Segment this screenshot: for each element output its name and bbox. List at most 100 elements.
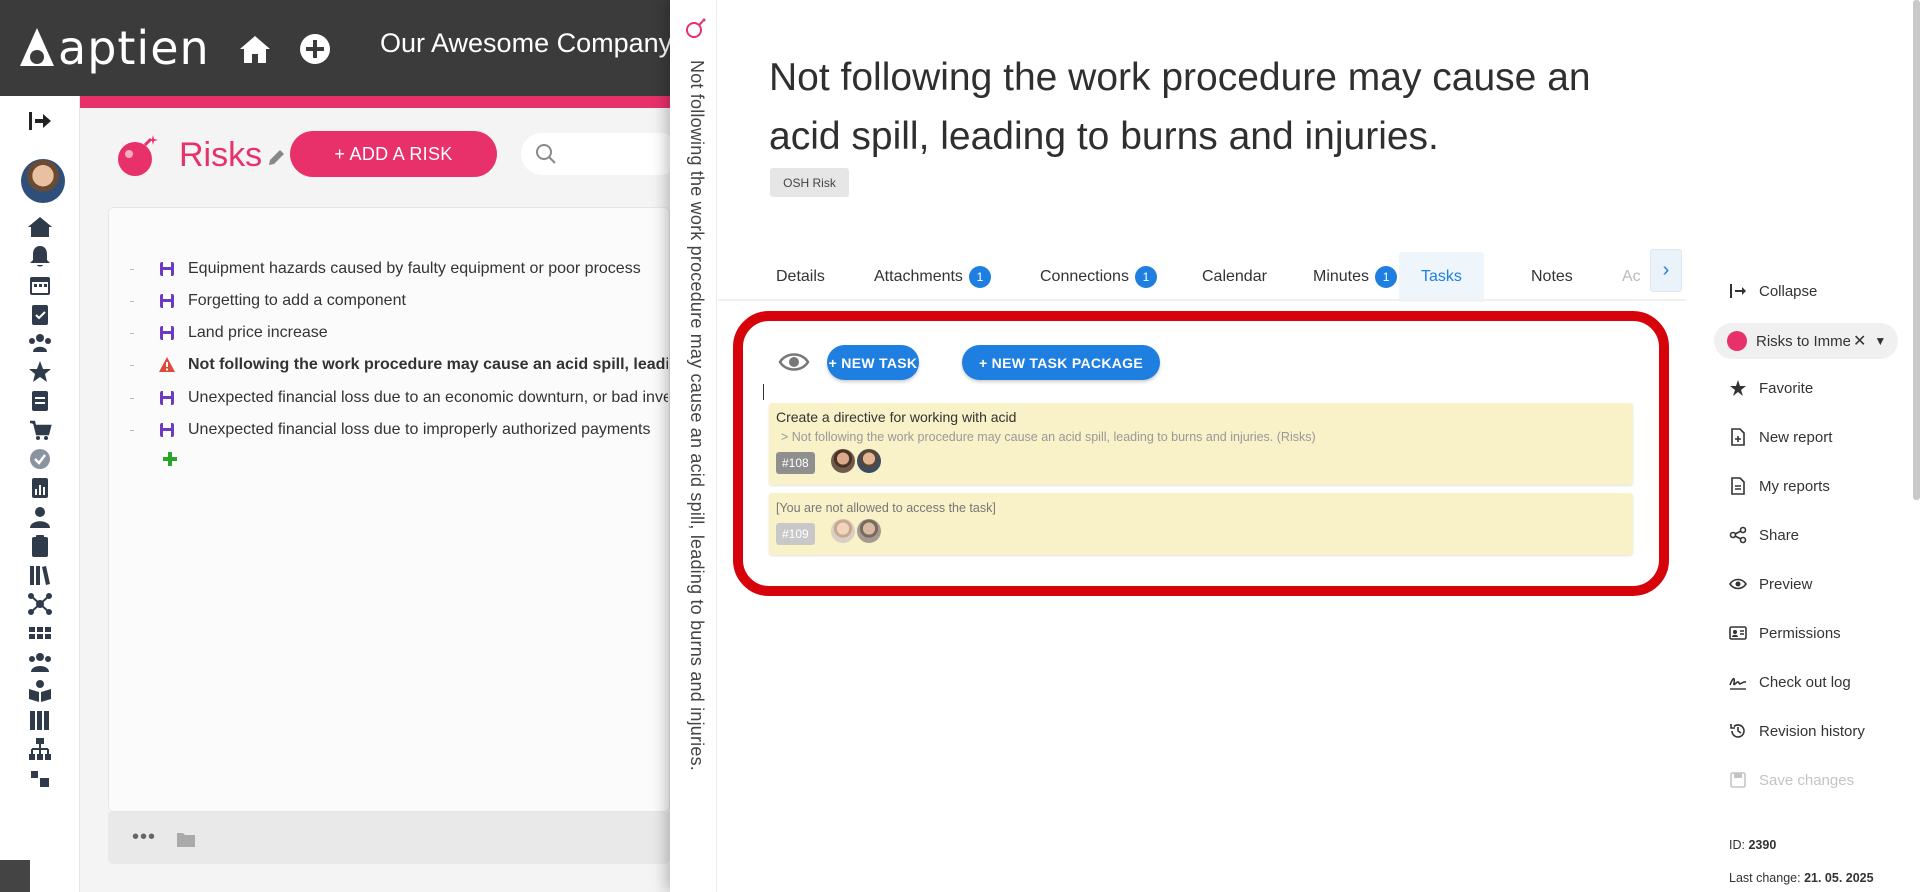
- add-item-icon[interactable]: [162, 451, 178, 467]
- book-reader-icon[interactable]: [27, 678, 53, 704]
- clipboard-check-icon[interactable]: [27, 301, 53, 327]
- floppy-icon: [160, 423, 174, 437]
- calendar-icon[interactable]: [27, 272, 53, 298]
- document-icon[interactable]: [27, 388, 53, 414]
- star-icon[interactable]: [27, 359, 53, 385]
- report-icon[interactable]: [27, 475, 53, 501]
- network-icon[interactable]: [27, 591, 53, 617]
- list-item[interactable]: Not following the work procedure may cau…: [158, 353, 668, 377]
- panel-scrollbar[interactable]: [1913, 0, 1920, 500]
- save-changes-button[interactable]: Save changes: [1729, 768, 1854, 792]
- tree-connector: [130, 398, 134, 399]
- id-value: 2390: [1748, 838, 1777, 852]
- grid-icon[interactable]: [27, 620, 53, 646]
- category-selector[interactable]: Risks to Immediate ✕ ▼: [1714, 323, 1898, 359]
- accent-line: [80, 96, 670, 108]
- task-card[interactable]: [You are not allowed to access the task]…: [769, 493, 1633, 555]
- team-icon[interactable]: [27, 649, 53, 675]
- library-icon[interactable]: [27, 562, 53, 588]
- tab-notes[interactable]: Notes: [1531, 252, 1573, 302]
- search-input[interactable]: [521, 133, 681, 175]
- assignee-avatar[interactable]: [831, 449, 855, 473]
- floppy-icon: [160, 294, 174, 308]
- home-icon[interactable]: [236, 30, 274, 68]
- list-item[interactable]: Unexpected financial loss due to imprope…: [158, 418, 668, 442]
- revision-history-button[interactable]: Revision history: [1729, 719, 1865, 743]
- new-task-button[interactable]: + NEW TASK: [827, 345, 919, 380]
- tab-label: Notes: [1531, 268, 1573, 285]
- check-circle-icon[interactable]: [27, 446, 53, 472]
- company-name[interactable]: Our Awesome Company: [380, 28, 672, 59]
- eye-icon[interactable]: [778, 350, 810, 374]
- cart-icon[interactable]: [27, 417, 53, 443]
- check-out-log-button[interactable]: Check out log: [1729, 670, 1851, 694]
- eye-icon: [1729, 578, 1747, 590]
- warning-icon: [159, 357, 175, 372]
- expand-sidebar-icon[interactable]: [27, 108, 53, 134]
- list-item-label: Land price increase: [188, 324, 328, 341]
- category-badge: OSH Risk: [770, 168, 849, 197]
- add-risk-button[interactable]: + ADD A RISK: [290, 131, 497, 177]
- list-item[interactable]: Equipment hazards caused by faulty equip…: [158, 257, 668, 281]
- users-icon[interactable]: [27, 330, 53, 356]
- tab-details[interactable]: Details: [776, 252, 825, 302]
- preview-button[interactable]: Preview: [1729, 572, 1812, 596]
- user-avatar[interactable]: [21, 159, 65, 203]
- list-item[interactable]: Land price increase: [158, 321, 668, 345]
- clear-category-icon[interactable]: ✕: [1853, 331, 1866, 351]
- folder-icon[interactable]: [176, 830, 196, 848]
- sitemap-icon[interactable]: [27, 765, 53, 791]
- person-icon[interactable]: [27, 504, 53, 530]
- share-button[interactable]: Share: [1729, 523, 1799, 547]
- favorite-button[interactable]: Favorite: [1729, 376, 1813, 400]
- tab-calendar[interactable]: Calendar: [1202, 252, 1267, 302]
- tab-attachments[interactable]: Attachments 1: [874, 252, 991, 302]
- list-item[interactable]: Forgetting to add a component: [158, 289, 668, 313]
- add-circle-icon[interactable]: [296, 30, 334, 68]
- bell-icon[interactable]: [27, 243, 53, 269]
- tab-label: Ac: [1622, 268, 1641, 285]
- org-chart-icon[interactable]: [27, 736, 53, 762]
- permissions-button[interactable]: Permissions: [1729, 621, 1841, 645]
- home-icon[interactable]: [27, 214, 53, 240]
- star-icon: [1730, 380, 1746, 396]
- new-report-button[interactable]: New report: [1729, 425, 1832, 449]
- check-out-log-label: Check out log: [1759, 673, 1851, 691]
- collapse-button[interactable]: Collapse: [1729, 279, 1817, 303]
- tab-connections[interactable]: Connections 1: [1040, 252, 1157, 302]
- clipboard-icon[interactable]: [27, 533, 53, 559]
- list-item-label: Equipment hazards caused by faulty equip…: [188, 260, 641, 277]
- books-icon[interactable]: [27, 707, 53, 733]
- my-reports-button[interactable]: My reports: [1729, 474, 1830, 498]
- task-card[interactable]: Create a directive for working with acid…: [769, 403, 1633, 485]
- tab-label: Details: [776, 268, 825, 285]
- chevron-down-icon[interactable]: ▼: [1874, 334, 1886, 348]
- tabs-scroll-right-button[interactable]: ›: [1650, 249, 1682, 292]
- assignee-avatar[interactable]: [857, 519, 881, 543]
- tree-connector: [130, 430, 134, 431]
- list-item[interactable]: Unexpected financial loss due to an econ…: [158, 386, 668, 410]
- tab-ac[interactable]: Ac: [1622, 252, 1641, 302]
- text-cursor: [763, 384, 764, 400]
- edit-pencil-icon[interactable]: [266, 148, 286, 168]
- search-icon: [536, 144, 556, 164]
- app-logo[interactable]: aptien: [18, 20, 210, 76]
- save-icon: [1730, 772, 1746, 788]
- task-parent-link[interactable]: > Not following the work procedure may c…: [781, 430, 1316, 444]
- more-options-icon[interactable]: •••: [132, 826, 156, 849]
- tab-tasks[interactable]: Tasks: [1399, 252, 1484, 302]
- tab-label: Attachments: [874, 268, 963, 285]
- assignee-avatar[interactable]: [857, 449, 881, 473]
- favorite-label: Favorite: [1759, 379, 1814, 397]
- page-title: Risks: [179, 136, 263, 174]
- id-label: ID:: [1729, 838, 1745, 852]
- tab-label: Connections: [1040, 268, 1129, 285]
- task-title: [You are not allowed to access the task]: [776, 501, 996, 515]
- task-title[interactable]: Create a directive for working with acid: [776, 409, 1016, 425]
- tab-minutes[interactable]: Minutes 1: [1313, 252, 1398, 302]
- new-task-package-button[interactable]: + NEW TASK PACKAGE: [962, 345, 1160, 380]
- list-item-label: Unexpected financial loss due to an econ…: [188, 389, 668, 406]
- corner-widget[interactable]: [0, 860, 30, 892]
- vertical-risk-title[interactable]: Not following the work procedure may cau…: [683, 60, 707, 771]
- assignee-avatar[interactable]: [831, 519, 855, 543]
